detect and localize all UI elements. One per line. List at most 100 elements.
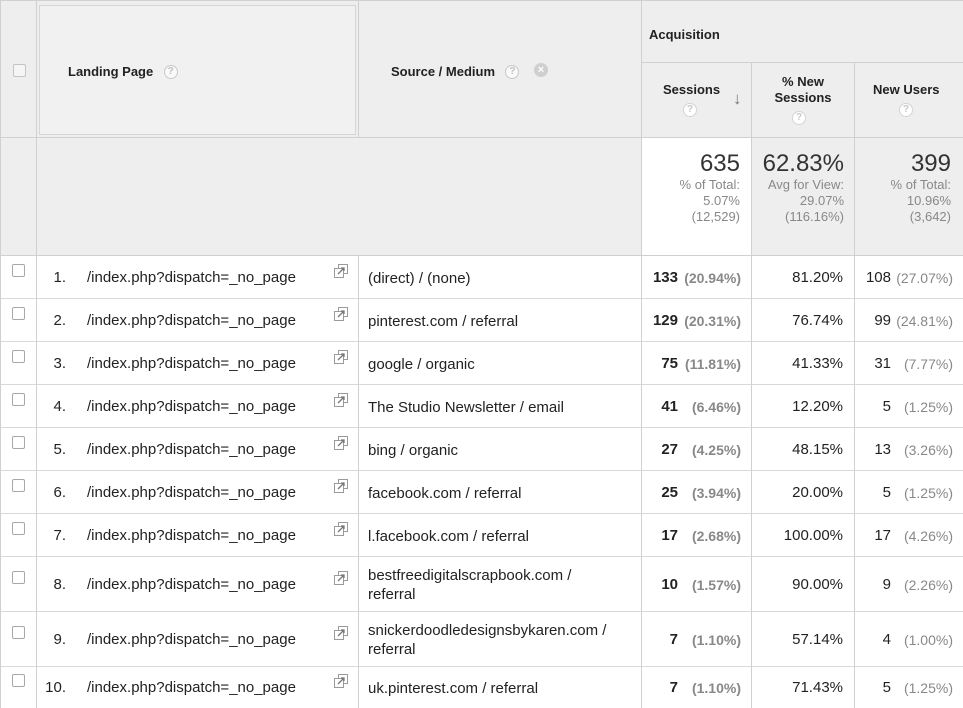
open-external-icon[interactable] xyxy=(334,479,348,493)
landing-page-link[interactable]: /index.php?dispatch=_no_page xyxy=(87,355,296,372)
sessions-value: 41 xyxy=(661,398,678,415)
source-medium-link[interactable]: bestfreedigitalscrapbook.com / xyxy=(368,566,571,585)
row-index: 6. xyxy=(53,484,66,501)
source-medium-text: uk.pinterest.com / referral xyxy=(368,679,538,698)
new-users-value: 17 xyxy=(874,527,891,544)
open-external-icon[interactable] xyxy=(334,350,348,364)
new-users-pct: (4.26%) xyxy=(903,528,953,544)
open-external-icon[interactable] xyxy=(334,264,348,278)
source-medium-link[interactable]: bing / organic xyxy=(368,441,458,460)
row-checkbox[interactable] xyxy=(12,436,25,449)
pct-new-sessions-cell: 41.33% xyxy=(752,342,855,385)
source-medium-link[interactable]: (direct) / (none) xyxy=(368,269,471,288)
sessions-pct: (2.68%) xyxy=(691,528,741,544)
source-medium-text: facebook.com / referral xyxy=(368,484,521,503)
sessions-value: 133 xyxy=(652,269,678,286)
sessions-pct: (1.10%) xyxy=(691,632,741,648)
source-medium-link[interactable]: facebook.com / referral xyxy=(368,484,521,503)
open-external-icon[interactable] xyxy=(334,436,348,450)
new-users-pct: (2.26%) xyxy=(903,577,953,593)
pct-new-sessions-value: 100.00% xyxy=(783,527,843,544)
source-medium-link[interactable]: snickerdoodledesignsbykaren.com / xyxy=(368,621,606,640)
source-medium-link-cont[interactable]: referral xyxy=(368,585,571,604)
sort-descending-icon[interactable]: ↓ xyxy=(733,89,742,109)
totals-sessions: 635 % of Total: 5.07% (12,529) xyxy=(642,138,752,256)
pct-new-sessions-help-icon[interactable]: ? xyxy=(792,111,806,125)
source-medium-link[interactable]: l.facebook.com / referral xyxy=(368,527,529,546)
totals-pct-new-sub2: 29.07% xyxy=(799,193,844,208)
open-external-icon[interactable] xyxy=(334,307,348,321)
pct-new-sessions-value: 20.00% xyxy=(792,484,843,501)
totals-sessions-value: 635 xyxy=(699,150,740,177)
landing-page-link[interactable]: /index.php?dispatch=_no_page xyxy=(87,484,296,501)
sessions-cell: 133 (20.94%) xyxy=(642,256,752,299)
sessions-value: 129 xyxy=(652,312,678,329)
landing-page-header[interactable]: Landing Page ? xyxy=(37,0,359,138)
new-users-header[interactable]: New Users ? xyxy=(855,63,963,138)
row-checkbox[interactable] xyxy=(12,522,25,535)
source-medium-link-cont[interactable]: referral xyxy=(368,640,606,659)
landing-page-link[interactable]: /index.php?dispatch=_no_page xyxy=(87,441,296,458)
source-medium-text: The Studio Newsletter / email xyxy=(368,398,564,417)
landing-page-link[interactable]: /index.php?dispatch=_no_page xyxy=(87,312,296,329)
analytics-table: Landing Page ? Source / Medium ? × Acqui… xyxy=(0,0,963,708)
source-medium-link[interactable]: uk.pinterest.com / referral xyxy=(368,679,538,698)
new-users-pct: (3.26%) xyxy=(903,442,953,458)
new-users-help-icon[interactable]: ? xyxy=(899,103,913,117)
landing-page-link[interactable]: /index.php?dispatch=_no_page xyxy=(87,679,296,696)
source-medium-text: snickerdoodledesignsbykaren.com / referr… xyxy=(368,621,606,659)
source-medium-header[interactable]: Source / Medium ? × xyxy=(359,0,642,138)
source-medium-link[interactable]: pinterest.com / referral xyxy=(368,312,518,331)
pct-new-sessions-header[interactable]: % New Sessions ? xyxy=(752,63,855,138)
row-index: 7. xyxy=(53,527,66,544)
row-checkbox[interactable] xyxy=(12,571,25,584)
row-index: 1. xyxy=(53,269,66,286)
remove-dimension-icon[interactable]: × xyxy=(533,63,548,77)
totals-sessions-sub3: (12,529) xyxy=(691,209,740,224)
row-index: 4. xyxy=(53,398,66,415)
open-external-icon[interactable] xyxy=(334,522,348,536)
table-row: 2. /index.php?dispatch=_no_page pinteres… xyxy=(0,299,963,342)
source-medium-link[interactable]: The Studio Newsletter / email xyxy=(368,398,564,417)
row-checkbox[interactable] xyxy=(12,307,25,320)
pct-new-sessions-value: 71.43% xyxy=(792,679,843,696)
source-medium-header-content: Source / Medium ? × xyxy=(391,63,548,81)
row-checkbox[interactable] xyxy=(12,479,25,492)
open-external-icon[interactable] xyxy=(334,571,348,585)
source-medium-help-icon[interactable]: ? xyxy=(505,64,520,79)
landing-page-header-content: Landing Page ? xyxy=(68,63,178,81)
new-users-cell: 9 (2.26%) xyxy=(855,557,963,612)
landing-page-link[interactable]: /index.php?dispatch=_no_page xyxy=(87,576,296,593)
pct-new-sessions-cell: 100.00% xyxy=(752,514,855,557)
pct-new-sessions-cell: 76.74% xyxy=(752,299,855,342)
landing-page-link[interactable]: /index.php?dispatch=_no_page xyxy=(87,527,296,544)
row-checkbox[interactable] xyxy=(12,626,25,639)
source-medium-link[interactable]: google / organic xyxy=(368,355,475,374)
sessions-help-icon[interactable]: ? xyxy=(683,103,697,117)
row-checkbox[interactable] xyxy=(12,350,25,363)
totals-new-users-sub2: 10.96% xyxy=(906,193,951,208)
source-medium-cell: pinterest.com / referral xyxy=(359,299,642,342)
landing-page-help-icon[interactable]: ? xyxy=(163,64,178,79)
landing-page-link[interactable]: /index.php?dispatch=_no_page xyxy=(87,269,296,286)
row-checkbox[interactable] xyxy=(12,264,25,277)
acquisition-group-header: Acquisition xyxy=(642,0,963,63)
landing-page-link[interactable]: /index.php?dispatch=_no_page xyxy=(87,631,296,648)
select-all-checkbox[interactable] xyxy=(13,64,26,77)
open-external-icon[interactable] xyxy=(334,393,348,407)
new-users-pct: (1.00%) xyxy=(903,632,953,648)
row-index: 5. xyxy=(53,441,66,458)
source-medium-cell: uk.pinterest.com / referral xyxy=(359,667,642,708)
row-checkbox[interactable] xyxy=(12,674,25,687)
open-external-icon[interactable] xyxy=(334,626,348,640)
new-users-pct: (1.25%) xyxy=(903,399,953,415)
open-external-icon[interactable] xyxy=(334,674,348,688)
sessions-value: 17 xyxy=(661,527,678,544)
table-row: 4. /index.php?dispatch=_no_page The Stud… xyxy=(0,385,963,428)
landing-page-link[interactable]: /index.php?dispatch=_no_page xyxy=(87,398,296,415)
sessions-header[interactable]: Sessions ↓ ? xyxy=(642,63,752,138)
row-checkbox-cell xyxy=(0,612,37,667)
row-checkbox[interactable] xyxy=(12,393,25,406)
landing-page-cell: 9. /index.php?dispatch=_no_page xyxy=(37,612,359,667)
pct-new-sessions-value: 48.15% xyxy=(792,441,843,458)
